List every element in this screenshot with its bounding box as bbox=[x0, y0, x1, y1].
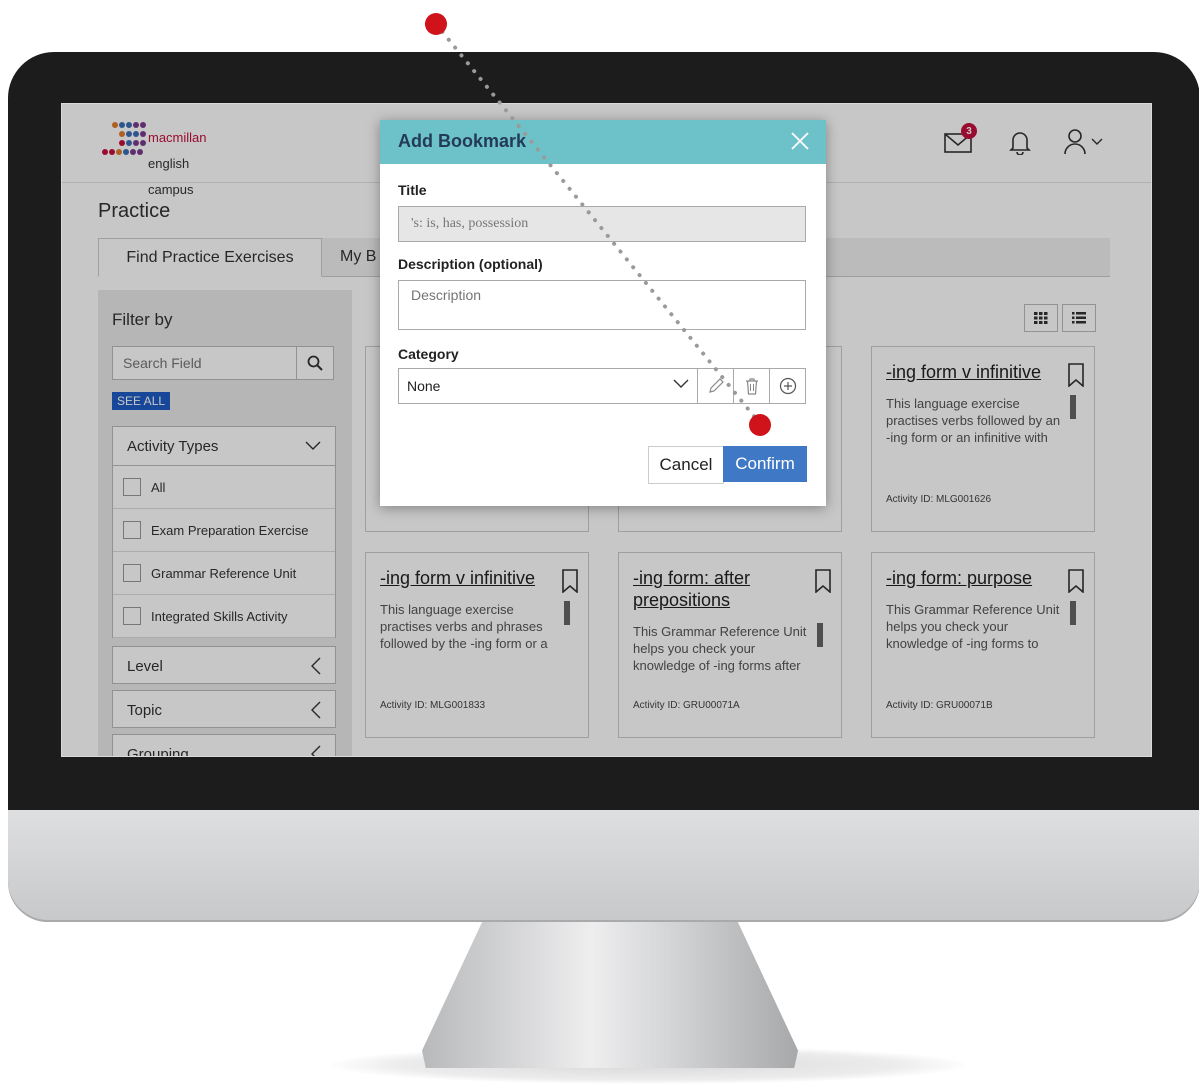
confirm-button[interactable]: Confirm bbox=[723, 446, 807, 482]
monitor-stand bbox=[422, 922, 798, 1068]
description-label: Description (optional) bbox=[398, 256, 543, 272]
category-select[interactable]: None bbox=[398, 368, 806, 404]
plus-circle-icon bbox=[779, 377, 797, 395]
pencil-icon bbox=[709, 378, 724, 393]
delete-category-button[interactable] bbox=[733, 369, 770, 403]
description-field[interactable] bbox=[398, 280, 806, 330]
chevron-down-icon bbox=[673, 379, 689, 388]
close-icon[interactable] bbox=[790, 131, 810, 151]
category-value: None bbox=[407, 378, 441, 394]
dialog-header: Add Bookmark bbox=[380, 120, 826, 164]
cancel-button[interactable]: Cancel bbox=[648, 446, 724, 484]
annotation-dot-end bbox=[749, 414, 771, 436]
edit-category-button[interactable] bbox=[697, 369, 734, 403]
title-field[interactable] bbox=[398, 206, 806, 242]
dialog-title: Add Bookmark bbox=[398, 131, 527, 151]
trash-icon bbox=[746, 378, 758, 395]
category-label: Category bbox=[398, 346, 459, 362]
annotation-dot-start bbox=[425, 13, 447, 35]
monitor-chin bbox=[8, 810, 1199, 922]
title-label: Title bbox=[398, 182, 427, 198]
add-category-button[interactable] bbox=[769, 369, 806, 403]
add-bookmark-dialog: Add Bookmark Title Description (optional… bbox=[380, 120, 826, 506]
